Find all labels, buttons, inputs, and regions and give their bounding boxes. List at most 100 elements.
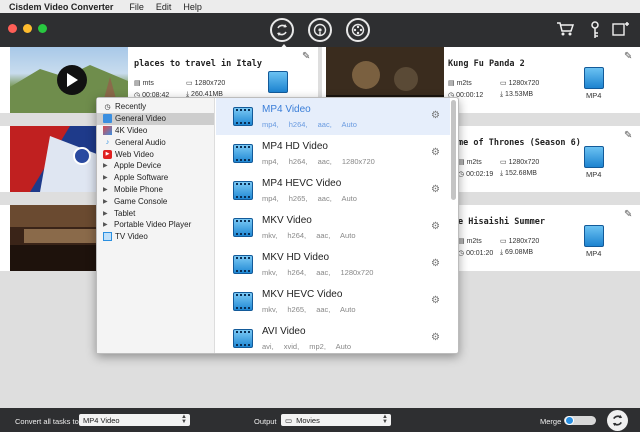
menu-file[interactable]: File <box>129 2 144 12</box>
merge-label: Merge <box>540 417 562 426</box>
disclosure-arrow-icon[interactable]: ▶ <box>103 221 112 228</box>
task-resolution: ▭ 1280x720 <box>500 80 540 87</box>
minimize-window-button[interactable] <box>23 24 32 33</box>
output-format-icon[interactable] <box>584 67 604 89</box>
category-apple-device[interactable]: ▶ Apple Device <box>97 160 214 172</box>
download-mode-button[interactable] <box>308 18 332 42</box>
preset-mp4-video[interactable]: MP4 Video mp4, h264, aac, Auto ⚙ <box>216 98 450 135</box>
preset-mkv-hd-video[interactable]: MKV HD Video mkv, h264, aac, 1280x720 ⚙ <box>216 246 450 283</box>
disclosure-arrow-icon[interactable]: ▶ <box>103 186 112 193</box>
gear-icon[interactable]: ⚙ <box>431 258 440 269</box>
task-duration: ◷ 00:02:19 <box>458 171 494 178</box>
category-game-console[interactable]: ▶ Game Console <box>97 195 214 207</box>
gear-icon[interactable]: ⚙ <box>431 295 440 306</box>
disclosure-arrow-icon[interactable]: ▶ <box>103 174 112 181</box>
format-category-list: ◷ Recently General Video 4K Video ♪ Genera… <box>97 98 215 353</box>
edit-pencil-icon[interactable]: ✎ <box>624 51 632 62</box>
output-format-icon[interactable] <box>268 71 288 93</box>
task-resolution: ▭ 1280x720 <box>186 80 226 87</box>
play-icon[interactable] <box>57 65 87 95</box>
format-icon: ▤ <box>458 238 467 245</box>
category-general-audio[interactable]: ♪ General Audio <box>97 136 214 148</box>
edit-pencil-icon[interactable]: ✎ <box>624 209 632 220</box>
preset-mkv-hevc-video[interactable]: MKV HEVC Video mkv, h265, aac, Auto ⚙ <box>216 283 450 320</box>
output-label: Output <box>254 417 277 426</box>
output-format-icon[interactable] <box>584 146 604 168</box>
gear-icon[interactable]: ⚙ <box>431 147 440 158</box>
zoom-window-button[interactable] <box>38 24 47 33</box>
task-format: ▤ m2ts <box>448 80 472 87</box>
youtube-icon: ▶ <box>103 149 112 159</box>
convert-arrows-icon <box>277 24 287 36</box>
task-format: ▤ m2ts <box>458 238 482 245</box>
convert-all-label: Convert all tasks to <box>15 417 79 426</box>
film-icon <box>103 114 112 124</box>
register-key-icon[interactable] <box>589 21 601 44</box>
film-reel-icon <box>351 23 365 37</box>
format-icon: ▤ <box>458 159 467 166</box>
category-tv-video[interactable]: TV Video <box>97 231 214 243</box>
folder-icon: ▭ <box>285 415 293 425</box>
convert-all-select[interactable]: MP4 Video ▲ ▼ <box>79 414 190 426</box>
category-portable-video-player[interactable]: ▶ Portable Video Player <box>97 219 214 231</box>
gear-icon[interactable]: ⚙ <box>431 184 440 195</box>
screen-icon: ▭ <box>186 80 195 87</box>
video-format-icon <box>233 255 253 274</box>
format-icon: ▤ <box>448 80 457 87</box>
disclosure-arrow-icon[interactable]: ▶ <box>103 210 112 217</box>
select-arrows-icon: ▲ ▼ <box>181 414 187 425</box>
gear-icon[interactable]: ⚙ <box>431 332 440 343</box>
toolbar <box>0 13 640 50</box>
category-apple-software[interactable]: ▶ Apple Software <box>97 172 214 184</box>
preset-avi-video[interactable]: AVI Video avi, xvid, mp2, Auto ⚙ <box>216 320 450 353</box>
video-format-icon <box>233 218 253 237</box>
task-duration: ◷ 00:01:20 <box>458 250 494 257</box>
disclosure-arrow-icon[interactable]: ▶ <box>103 162 112 169</box>
disc-icon <box>313 23 327 37</box>
format-icon: ▤ <box>134 80 143 87</box>
preset-mkv-video[interactable]: MKV Video mkv, h264, aac, Auto ⚙ <box>216 209 450 246</box>
rip-dvd-mode-button[interactable] <box>346 18 370 42</box>
clock-icon: ◷ <box>458 171 467 178</box>
edit-pencil-icon[interactable]: ✎ <box>624 130 632 141</box>
cart-icon[interactable] <box>556 21 575 42</box>
music-note-icon: ♪ <box>105 138 110 146</box>
category-tablet[interactable]: ▶ Tablet <box>97 207 214 219</box>
format-preset-list: MP4 Video mp4, h264, aac, Auto ⚙ MP4 HD … <box>216 98 450 353</box>
select-arrows-icon: ▲ ▼ <box>382 414 388 425</box>
task-size: ⤓ 13.53MB <box>500 91 534 98</box>
output-format-label: MP4 <box>586 170 602 179</box>
task-resolution: ▭ 1280x720 <box>500 238 540 245</box>
convert-all-button[interactable] <box>607 410 628 431</box>
video-format-icon <box>233 144 253 163</box>
gear-icon[interactable]: ⚙ <box>431 110 440 121</box>
preset-mp4-hd-video[interactable]: MP4 HD Video mp4, h264, aac, 1280x720 ⚙ <box>216 135 450 172</box>
preset-scrollbar[interactable] <box>451 100 456 200</box>
task-title: places to travel in Italy <box>134 59 262 69</box>
category-recently[interactable]: ◷ Recently <box>97 101 214 113</box>
close-window-button[interactable] <box>8 24 17 33</box>
clock-icon: ◷ <box>458 250 467 257</box>
category-4k-video[interactable]: 4K Video <box>97 125 214 137</box>
category-general-video[interactable]: General Video <box>97 112 214 125</box>
edit-pencil-icon[interactable]: ✎ <box>302 51 310 62</box>
output-format-label: MP4 <box>586 249 602 258</box>
output-folder-select[interactable]: ▭ Movies ▲ ▼ <box>281 414 391 426</box>
menu-bar: Cisdem Video Converter File Edit Help <box>0 0 640 13</box>
category-web-video[interactable]: ▶ Web Video <box>97 148 214 160</box>
category-mobile-phone[interactable]: ▶ Mobile Phone <box>97 184 214 196</box>
output-format-icon[interactable] <box>584 225 604 247</box>
menu-help[interactable]: Help <box>183 2 202 12</box>
video-format-icon <box>233 292 253 311</box>
gear-icon[interactable]: ⚙ <box>431 221 440 232</box>
disclosure-arrow-icon[interactable]: ▶ <box>103 198 112 205</box>
app-menu[interactable]: Cisdem Video Converter <box>9 2 113 12</box>
output-format-label: MP4 <box>586 91 602 100</box>
task-size: ⤓ 152.68MB <box>500 170 537 177</box>
menu-edit[interactable]: Edit <box>156 2 172 12</box>
merge-toggle[interactable] <box>564 416 596 425</box>
convert-mode-button[interactable] <box>270 18 294 50</box>
preset-mp4-hevc-video[interactable]: MP4 HEVC Video mp4, h265, aac, Auto ⚙ <box>216 172 450 209</box>
add-file-icon[interactable] <box>612 21 630 42</box>
convert-arrows-icon <box>612 414 623 427</box>
